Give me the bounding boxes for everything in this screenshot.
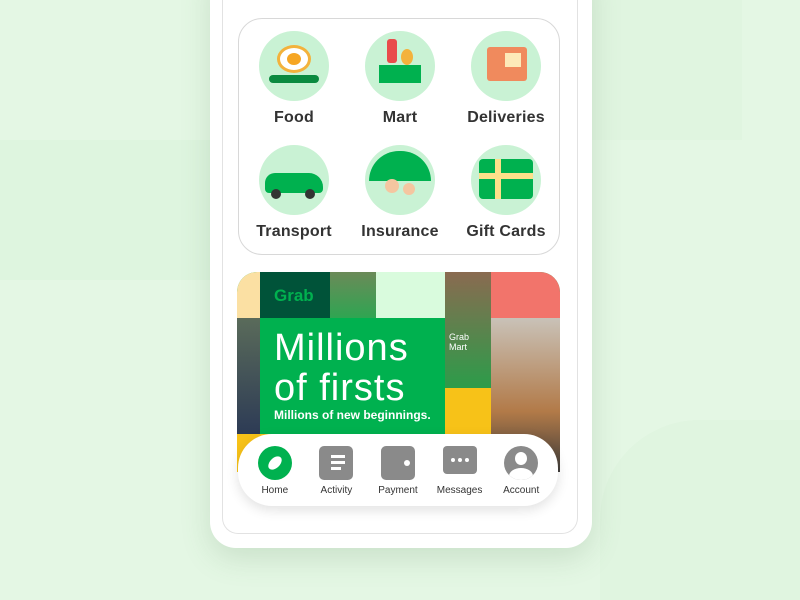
services-card: Food Mart Deliveries Transport Insurance… (238, 18, 560, 255)
service-label: Gift Cards (466, 223, 546, 240)
service-insurance[interactable]: Insurance (347, 145, 453, 241)
service-gift-cards[interactable]: Gift Cards (453, 145, 559, 241)
mart-icon (365, 31, 435, 101)
wallet-icon (380, 446, 415, 480)
nav-activity[interactable]: Activity (306, 434, 366, 506)
bottom-nav: Home Activity Payment Messages Account (238, 434, 558, 506)
banner-subline: Millions of new beginnings. (274, 408, 431, 422)
service-label: Food (274, 109, 314, 126)
food-icon (259, 31, 329, 101)
nav-payment[interactable]: Payment (368, 434, 428, 506)
background-shape (0, 140, 210, 280)
service-transport[interactable]: Transport (241, 145, 347, 241)
photo-mart-worker: Grab Mart (445, 272, 491, 388)
receipt-icon (319, 446, 354, 480)
service-label: Insurance (361, 223, 439, 240)
banner-headline: Millions (274, 327, 409, 369)
background-shape (592, 0, 742, 140)
gift-cards-icon (471, 145, 541, 215)
compass-icon (257, 446, 292, 480)
banner-headline: of firsts (274, 367, 406, 409)
grab-logo: Grab (274, 286, 314, 305)
nav-messages[interactable]: Messages (430, 434, 490, 506)
insurance-icon (365, 145, 435, 215)
chat-icon (442, 446, 477, 474)
deliveries-icon (471, 31, 541, 101)
service-label: Transport (256, 223, 332, 240)
user-icon (504, 446, 539, 480)
nav-account[interactable]: Account (491, 434, 551, 506)
service-label: Deliveries (467, 109, 545, 126)
service-mart[interactable]: Mart (347, 31, 453, 127)
service-food[interactable]: Food (241, 31, 347, 127)
service-label: Mart (382, 109, 418, 126)
photo-rider (237, 318, 260, 434)
transport-icon (259, 145, 329, 215)
background-shape (600, 420, 800, 600)
photo-driver (330, 272, 376, 318)
service-deliveries[interactable]: Deliveries (453, 31, 559, 127)
nav-home[interactable]: Home (245, 434, 305, 506)
